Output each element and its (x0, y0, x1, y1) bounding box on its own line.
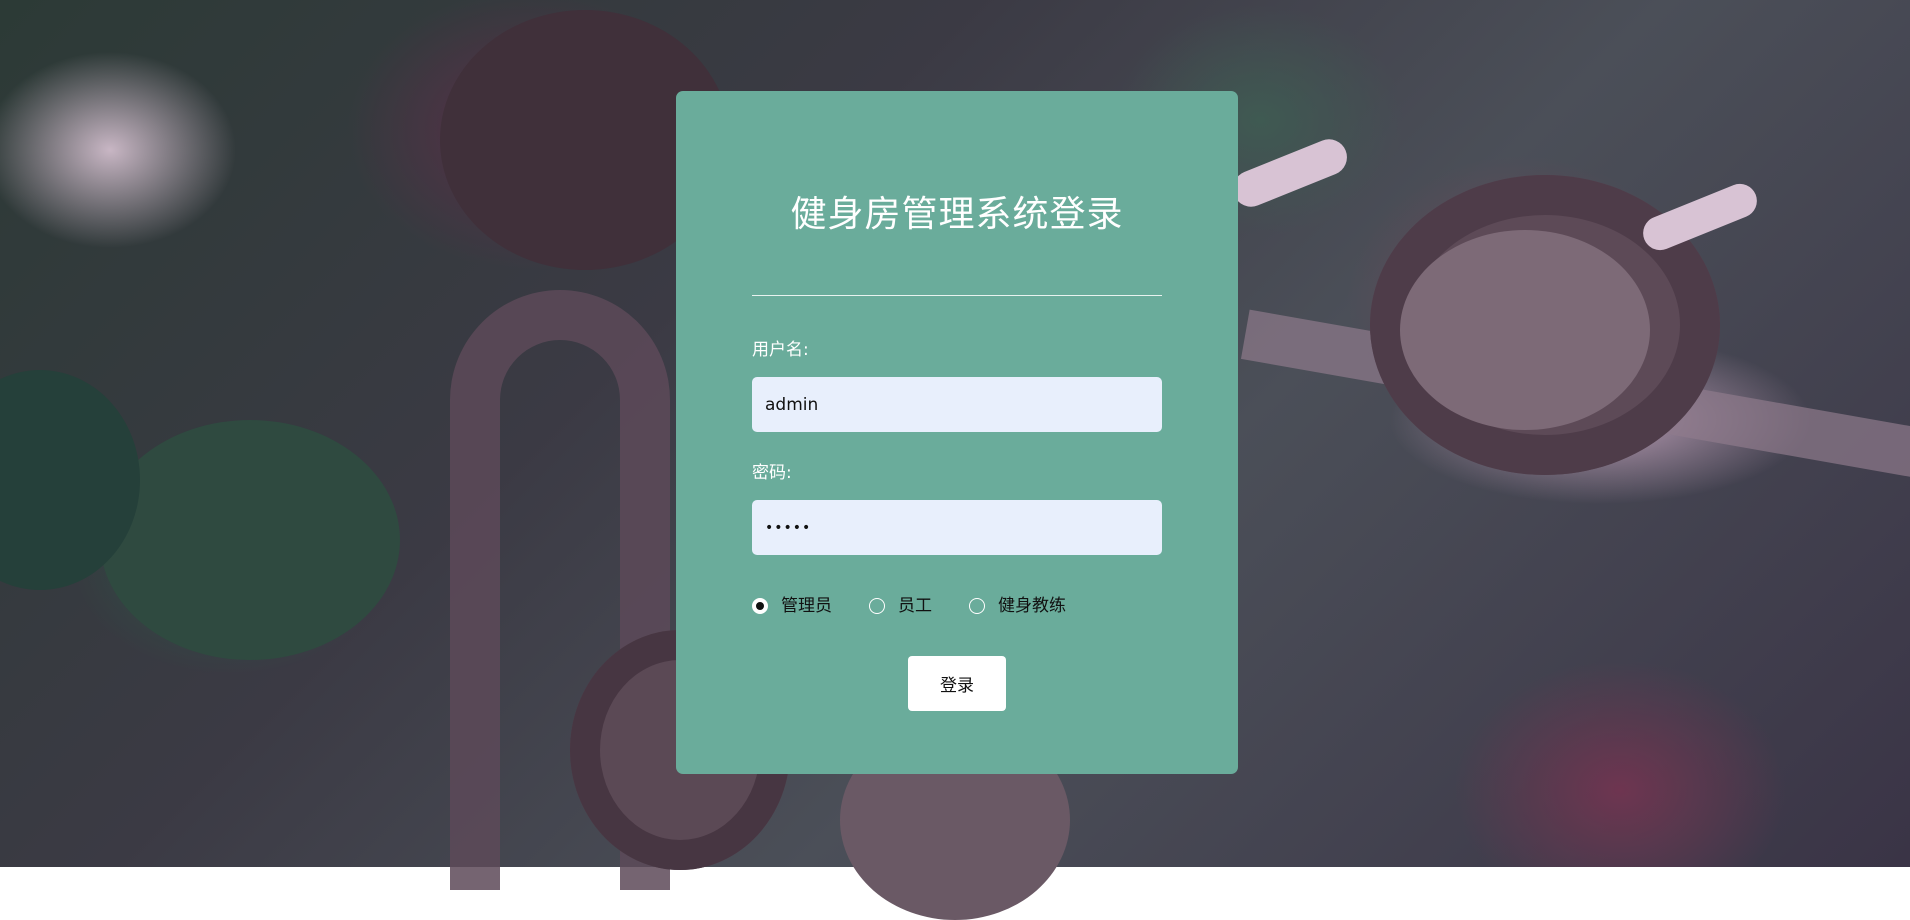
role-option-coach[interactable]: 健身教练 (969, 595, 1066, 617)
dumbbell-handle (1638, 178, 1762, 256)
login-button[interactable]: 登录 (908, 656, 1006, 711)
role-label-coach: 健身教练 (998, 596, 1066, 616)
role-option-staff[interactable]: 员工 (869, 595, 932, 617)
role-option-admin[interactable]: 管理员 (752, 595, 832, 617)
dumbbell-handle (1227, 133, 1353, 213)
password-input[interactable] (752, 500, 1162, 555)
radio-admin[interactable] (752, 598, 768, 614)
radio-coach[interactable] (969, 598, 985, 614)
login-panel: 健身房管理系统登录 用户名: 密码: 管理员 员工 健身教练 登录 (676, 91, 1238, 774)
radio-staff[interactable] (869, 598, 885, 614)
username-label: 用户名: (752, 340, 809, 360)
role-label-admin: 管理员 (781, 596, 832, 616)
password-label: 密码: (752, 463, 792, 483)
dumbbell-plate-face (1400, 230, 1650, 430)
title-divider (752, 295, 1162, 296)
role-radio-group: 管理员 员工 健身教练 (752, 594, 1066, 618)
username-input[interactable] (752, 377, 1162, 432)
login-title: 健身房管理系统登录 (790, 194, 1124, 235)
medicine-ball (100, 420, 400, 660)
role-label-staff: 员工 (898, 596, 932, 616)
